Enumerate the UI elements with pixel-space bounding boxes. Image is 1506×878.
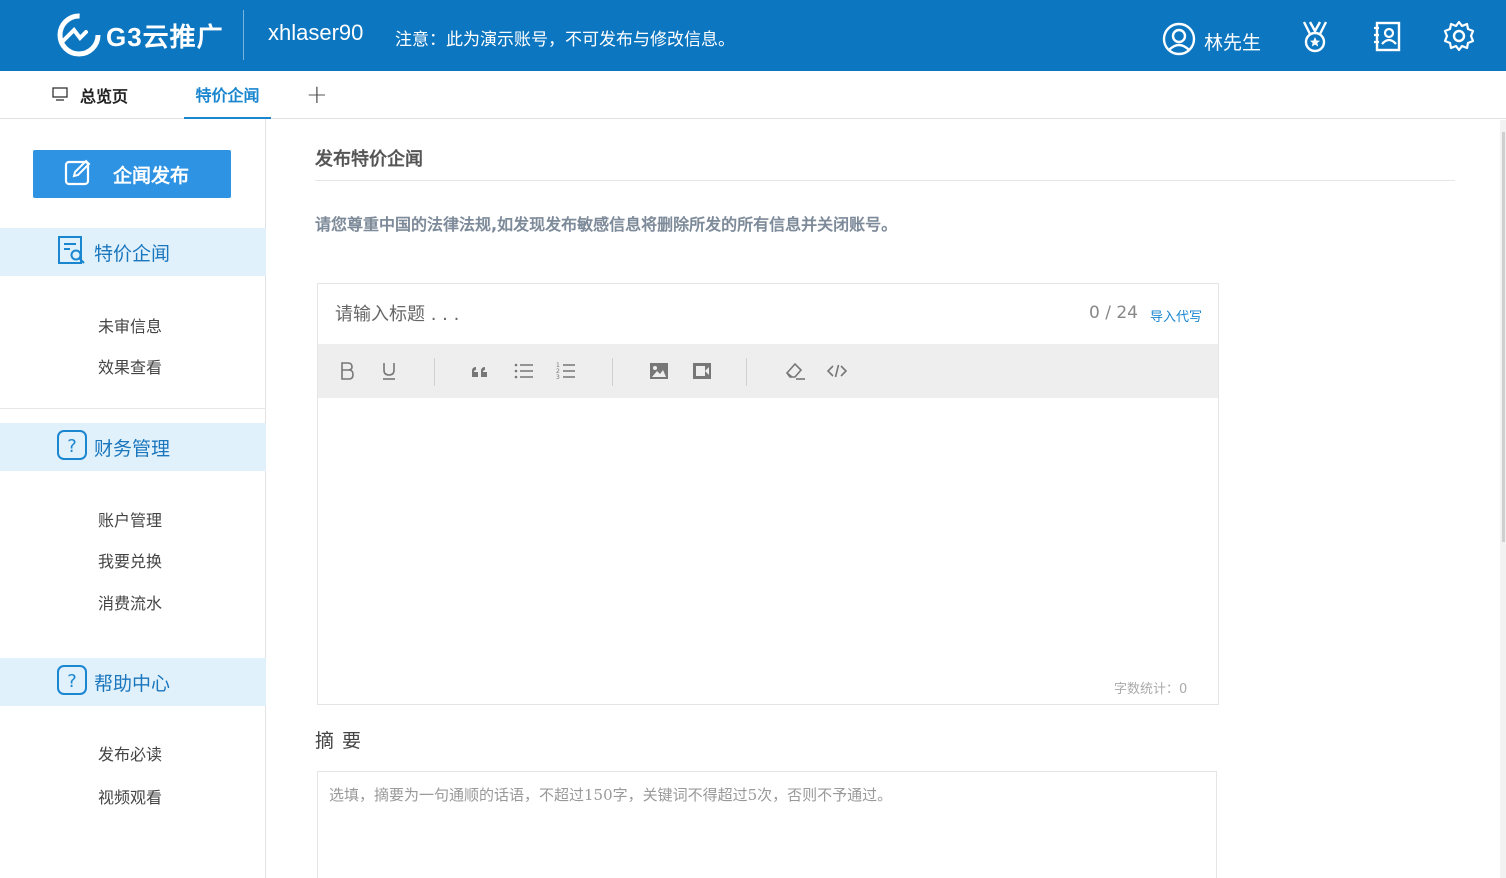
- logo-text: G3云推广: [106, 21, 224, 52]
- bold-icon[interactable]: [335, 359, 359, 383]
- question-icon: ?: [56, 429, 88, 465]
- demo-notice: 注意：此为演示账号，不可发布与修改信息。: [395, 30, 735, 50]
- quote-icon[interactable]: [468, 359, 492, 383]
- summary-label: 摘 要: [315, 730, 363, 752]
- account-name: xhlaser90: [268, 20, 364, 45]
- tab-special-news[interactable]: 特价企闻: [184, 71, 271, 119]
- toolbar-separator: [746, 358, 747, 386]
- edit-icon: [63, 157, 93, 191]
- sidebar-item-unreviewed[interactable]: 未审信息: [98, 313, 162, 337]
- logo[interactable]: G3云推广: [56, 12, 224, 58]
- publish-news-label: 企闻发布: [113, 164, 190, 187]
- legal-warning: 请您尊重中国的法律法规,如发现发布敏感信息将删除所发的所有信息并关闭账号。: [315, 215, 898, 234]
- toolbar-separator: [434, 358, 435, 386]
- svg-text:?: ?: [67, 671, 77, 692]
- sidebar-item-account-management[interactable]: 账户管理: [98, 507, 162, 531]
- editor-toolbar: 123: [318, 344, 1218, 398]
- video-icon[interactable]: [690, 359, 714, 383]
- user-name: 林先生: [1204, 31, 1262, 54]
- word-count: 字数统计：0: [1114, 682, 1188, 697]
- image-icon[interactable]: [647, 359, 671, 383]
- logo-mark-icon: [56, 12, 102, 58]
- monitor-icon: [52, 86, 68, 105]
- news-search-icon: [56, 234, 88, 270]
- sidebar: 企闻发布 特价企闻 未审信息 效果查看 ? 财务管理 账户管理 我要兑换 消费流…: [0, 119, 266, 878]
- eraser-icon[interactable]: [783, 359, 807, 383]
- sidebar-section-label: 帮助中心: [94, 672, 171, 695]
- summary-input[interactable]: [317, 771, 1217, 878]
- header-divider: [243, 10, 244, 60]
- page-title: 发布特价企闻: [315, 149, 423, 170]
- rich-text-editor: 0 / 24 导入代写 123 字数: [317, 283, 1219, 705]
- contacts-book-icon[interactable]: [1370, 19, 1404, 53]
- title-input[interactable]: [318, 284, 1018, 344]
- sidebar-item-video[interactable]: 视频观看: [98, 784, 162, 808]
- sidebar-section-help[interactable]: ? 帮助中心: [0, 658, 266, 706]
- top-header: G3云推广 xhlaser90 注意：此为演示账号，不可发布与修改信息。 林先生: [0, 0, 1506, 71]
- sidebar-section-special-news[interactable]: 特价企闻: [0, 228, 266, 276]
- add-tab-button[interactable]: +: [306, 71, 328, 119]
- user-circle-icon: [1162, 22, 1196, 60]
- user-menu[interactable]: 林先生: [1162, 22, 1261, 60]
- numbered-list-icon[interactable]: 123: [554, 359, 578, 383]
- editor-content-area[interactable]: [318, 398, 1218, 678]
- sidebar-item-redeem[interactable]: 我要兑换: [98, 548, 162, 572]
- source-code-icon[interactable]: [825, 359, 849, 383]
- underline-icon[interactable]: [377, 359, 401, 383]
- sidebar-item-transactions[interactable]: 消费流水: [98, 590, 162, 614]
- publish-news-button[interactable]: 企闻发布: [33, 150, 231, 198]
- sidebar-section-label: 特价企闻: [94, 242, 171, 265]
- bullet-list-icon[interactable]: [512, 359, 536, 383]
- import-ghostwrite-link[interactable]: 导入代写: [1150, 306, 1202, 325]
- title-char-counter: 0 / 24: [1089, 303, 1138, 323]
- toolbar-separator: [612, 358, 613, 386]
- sidebar-item-effect-view[interactable]: 效果查看: [98, 354, 162, 378]
- medal-icon[interactable]: [1298, 19, 1332, 53]
- scrollbar-thumb[interactable]: [1502, 132, 1505, 542]
- svg-text:3: 3: [556, 374, 560, 381]
- sidebar-section-label: 财务管理: [94, 437, 171, 460]
- sidebar-item-publish-guide[interactable]: 发布必读: [98, 741, 162, 765]
- sidebar-divider: [0, 408, 266, 409]
- title-divider: [315, 180, 1455, 181]
- question-icon: ?: [56, 664, 88, 700]
- tab-bar: 总览页 特价企闻 +: [0, 71, 1506, 119]
- gear-icon[interactable]: [1442, 19, 1476, 53]
- sidebar-section-finance[interactable]: ? 财务管理: [0, 423, 266, 471]
- tab-overview[interactable]: 总览页: [52, 71, 128, 119]
- tab-overview-label: 总览页: [80, 87, 129, 106]
- svg-text:?: ?: [67, 436, 77, 457]
